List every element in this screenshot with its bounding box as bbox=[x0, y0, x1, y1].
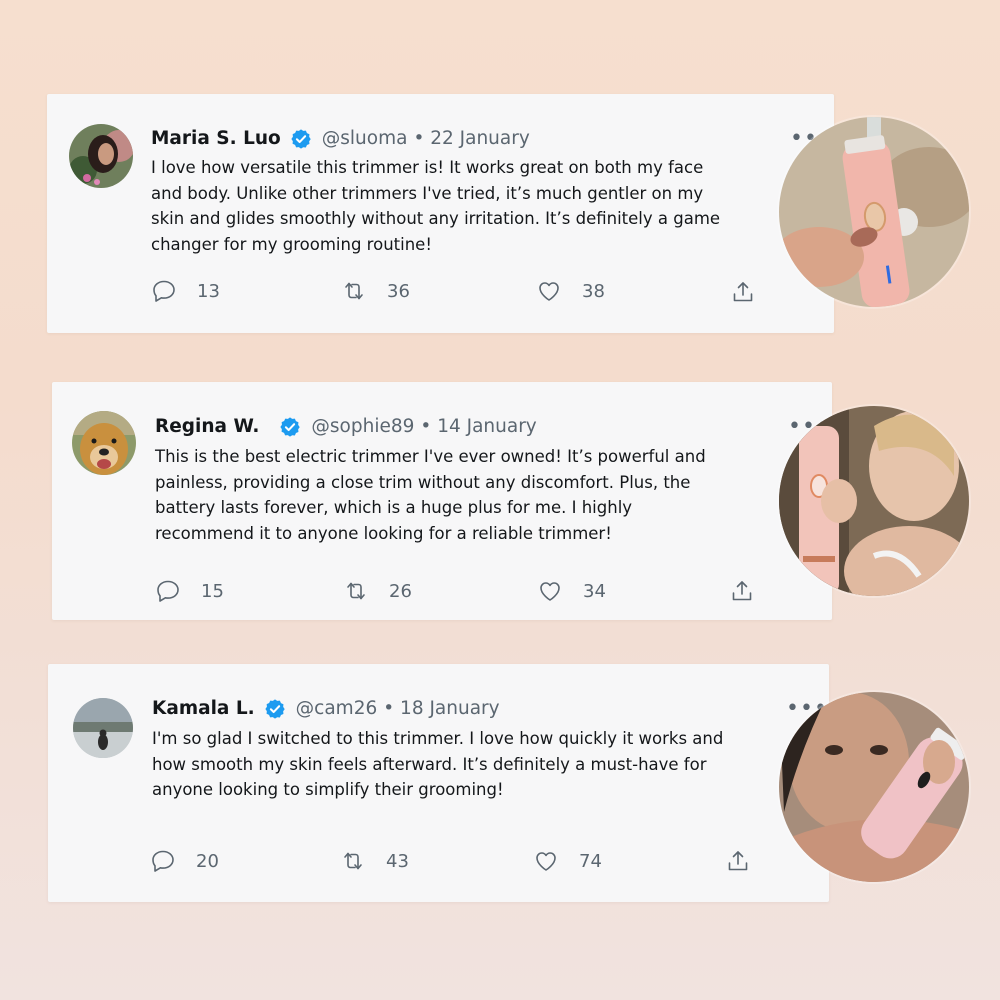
reply-button[interactable]: 15 bbox=[155, 578, 224, 604]
retweet-icon bbox=[341, 278, 367, 304]
like-button[interactable]: 74 bbox=[533, 848, 602, 874]
author-handle[interactable]: @sophie89 bbox=[311, 416, 414, 437]
tweet-date[interactable]: • 18 January bbox=[383, 698, 499, 719]
verified-badge-icon bbox=[290, 128, 312, 150]
author-handle[interactable]: @cam26 bbox=[296, 698, 378, 719]
retweet-count: 26 bbox=[389, 580, 412, 602]
like-button[interactable]: 34 bbox=[537, 578, 606, 604]
tweet-text-line: changer for my grooming routine! bbox=[151, 234, 432, 254]
reply-count: 20 bbox=[196, 850, 219, 872]
tweet-text-line: painless, providing a close trim without… bbox=[155, 472, 691, 492]
tweet-text-line: This is the best electric trimmer I've e… bbox=[155, 447, 706, 466]
retweet-button[interactable]: 43 bbox=[340, 848, 409, 874]
share-icon[interactable] bbox=[726, 849, 750, 873]
tweet-text-line: skin and glides smoothly without any irr… bbox=[151, 209, 721, 228]
product-photo bbox=[779, 692, 969, 882]
product-photo bbox=[779, 406, 969, 596]
avatar[interactable] bbox=[73, 698, 133, 758]
author-name[interactable]: Kamala L. bbox=[152, 698, 255, 719]
tweet-text-line: battery lasts forever, which is a huge p… bbox=[155, 498, 633, 517]
reply-icon bbox=[151, 278, 177, 304]
retweet-icon bbox=[340, 848, 366, 874]
tweet-text: This is the best electric trimmer I've e… bbox=[155, 444, 795, 546]
trimmer-photo-image bbox=[779, 692, 969, 882]
verified-badge-icon bbox=[279, 416, 301, 438]
avatar-image bbox=[69, 124, 133, 188]
tweet-card[interactable]: Regina W. @sophie89 • 14 January ••• Thi… bbox=[52, 382, 832, 620]
tweet-text-line: recommend it to anyone looking for a rel… bbox=[155, 523, 612, 543]
retweet-count: 43 bbox=[386, 850, 409, 872]
reply-icon bbox=[150, 848, 176, 874]
heart-icon bbox=[533, 848, 559, 874]
like-button[interactable]: 38 bbox=[536, 278, 605, 304]
trimmer-photo-image bbox=[779, 117, 969, 307]
tweet-text-line: I love how versatile this trimmer is! It… bbox=[151, 158, 704, 177]
tweet-text-line: I'm so glad I switched to this trimmer. … bbox=[152, 729, 724, 748]
avatar-image bbox=[73, 698, 133, 758]
avatar[interactable] bbox=[72, 411, 136, 475]
tweet-text-line: anyone looking to simplify their groomin… bbox=[152, 780, 504, 799]
reply-icon bbox=[155, 578, 181, 604]
avatar[interactable] bbox=[69, 124, 133, 188]
avatar-image bbox=[72, 411, 136, 475]
share-icon[interactable] bbox=[730, 579, 754, 603]
author-handle[interactable]: @sluoma bbox=[322, 128, 408, 149]
reply-count: 13 bbox=[197, 280, 220, 302]
tweet-text: I'm so glad I switched to this trimmer. … bbox=[152, 726, 792, 803]
retweet-count: 36 bbox=[387, 280, 410, 302]
tweet-text-line: how smooth my skin feels afterward. It’s… bbox=[152, 754, 707, 774]
like-count: 74 bbox=[579, 850, 602, 872]
like-count: 34 bbox=[583, 580, 606, 602]
share-icon[interactable] bbox=[731, 280, 755, 304]
reply-button[interactable]: 20 bbox=[150, 848, 219, 874]
retweet-icon bbox=[343, 578, 369, 604]
tweet-date[interactable]: • 22 January bbox=[413, 128, 529, 149]
tweet-date[interactable]: • 14 January bbox=[420, 416, 536, 437]
tweet-card[interactable]: Kamala L. @cam26 • 18 January ••• I'm so… bbox=[48, 664, 829, 902]
tweet-text: I love how versatile this trimmer is! It… bbox=[151, 155, 791, 257]
heart-icon bbox=[537, 578, 563, 604]
tweet-card[interactable]: Maria S. Luo @sluoma • 22 January ••• I … bbox=[47, 94, 834, 333]
retweet-button[interactable]: 26 bbox=[343, 578, 412, 604]
tweet-text-line: and body. Unlike other trimmers I've tri… bbox=[151, 183, 704, 203]
retweet-button[interactable]: 36 bbox=[341, 278, 410, 304]
author-name[interactable]: Maria S. Luo bbox=[151, 128, 281, 149]
like-count: 38 bbox=[582, 280, 605, 302]
heart-icon bbox=[536, 278, 562, 304]
product-photo bbox=[779, 117, 969, 307]
reply-count: 15 bbox=[201, 580, 224, 602]
verified-badge-icon bbox=[264, 698, 286, 720]
trimmer-photo-image bbox=[779, 406, 969, 596]
reply-button[interactable]: 13 bbox=[151, 278, 220, 304]
author-name[interactable]: Regina W. bbox=[155, 416, 259, 437]
